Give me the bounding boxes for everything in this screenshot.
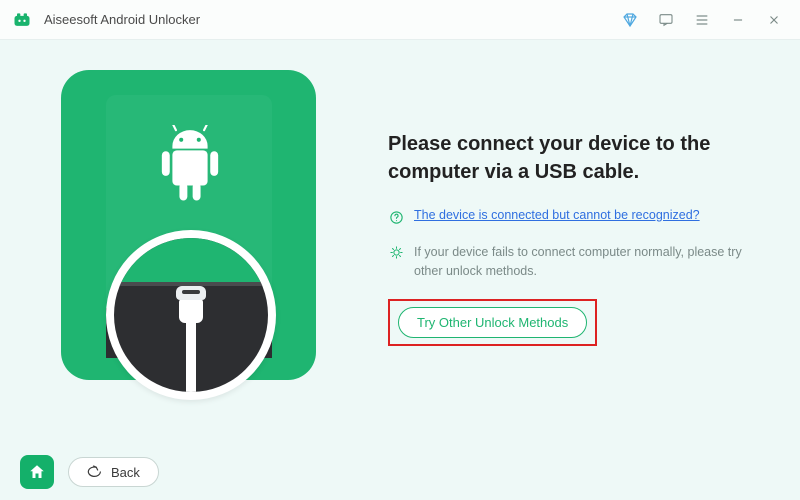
question-icon xyxy=(388,209,404,225)
titlebar: Aiseesoft Android Unlocker xyxy=(0,0,800,40)
tip-text: If your device fails to connect computer… xyxy=(414,243,752,281)
main-content: Please connect your device to the comput… xyxy=(0,40,800,444)
tip-row: If your device fails to connect computer… xyxy=(388,243,752,281)
feedback-icon[interactable] xyxy=(652,6,680,34)
illustration-panel xyxy=(28,70,348,434)
device-not-recognized-link[interactable]: The device is connected but cannot be re… xyxy=(414,208,700,222)
help-link-row: The device is connected but cannot be re… xyxy=(388,208,752,225)
close-button[interactable] xyxy=(760,6,788,34)
cta-highlight-box: Try Other Unlock Methods xyxy=(388,299,597,346)
usb-cable-icon xyxy=(171,286,211,400)
try-other-methods-button[interactable]: Try Other Unlock Methods xyxy=(398,307,587,338)
back-arrow-icon xyxy=(87,464,103,480)
android-robot-icon xyxy=(146,125,234,225)
instruction-panel: Please connect your device to the comput… xyxy=(348,70,772,434)
minimize-button[interactable] xyxy=(724,6,752,34)
back-button[interactable]: Back xyxy=(68,457,159,487)
app-title: Aiseesoft Android Unlocker xyxy=(44,12,200,27)
headline-text: Please connect your device to the comput… xyxy=(388,130,752,186)
usb-zoom-illustration xyxy=(106,230,276,400)
app-logo-icon xyxy=(12,10,32,30)
home-button[interactable] xyxy=(20,455,54,489)
back-label: Back xyxy=(111,465,140,480)
menu-icon[interactable] xyxy=(688,6,716,34)
connect-illustration xyxy=(61,70,316,380)
gear-tip-icon xyxy=(388,244,404,260)
diamond-icon[interactable] xyxy=(616,6,644,34)
footer-bar: Back xyxy=(0,444,800,500)
